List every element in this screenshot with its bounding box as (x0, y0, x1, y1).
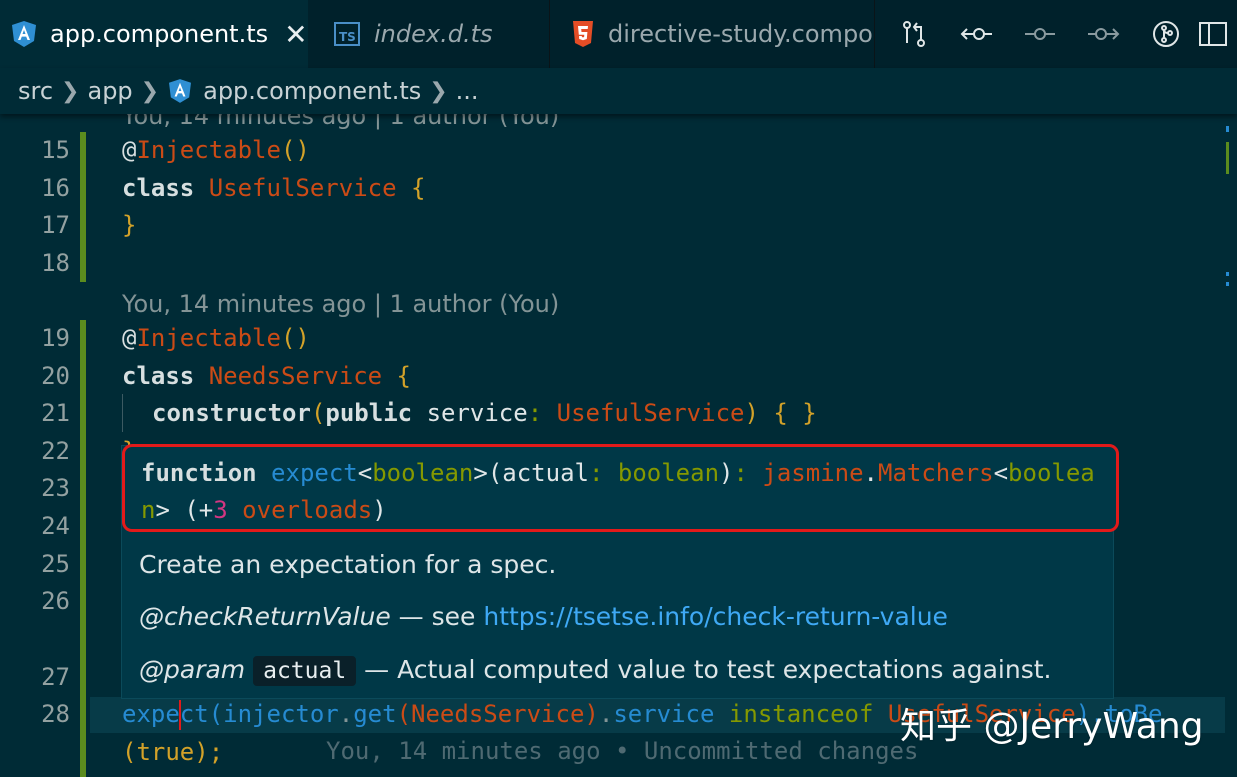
line-number: 16 (0, 169, 70, 207)
hover-link[interactable]: https://tsetse.info/check-return-value (483, 602, 948, 631)
code-line-20: class NeedsService { (122, 357, 411, 395)
code-line-17: } (122, 206, 136, 244)
chevron-right-icon: ❯ (141, 79, 159, 104)
typescript-icon: TS (334, 22, 360, 46)
gutter-added-marker (80, 320, 86, 777)
hover-signature: function expect<boolean>(actual: boolean… (122, 444, 1119, 532)
line-number: 15 (0, 131, 70, 169)
hover-tag-param: @param actual — Actual computed value to… (139, 655, 1051, 684)
angular-icon (12, 21, 36, 47)
line-number: 20 (0, 357, 70, 395)
angular-icon (169, 79, 191, 103)
line-number: 17 (0, 206, 70, 244)
breadcrumb-symbol[interactable]: ... (456, 77, 479, 105)
inline-blame: You, 14 minutes ago • Uncommitted change… (326, 737, 918, 765)
editor-tab-bar: app.component.ts ✕ TS index.d.ts directi… (0, 0, 1237, 68)
breadcrumb: src ❯ app ❯ app.component.ts ❯ ... (0, 68, 1237, 114)
tab-index-d-ts[interactable]: TS index.d.ts (308, 0, 550, 68)
code-line-15: @Injectable() (122, 131, 310, 169)
compare-changes-icon[interactable] (882, 0, 945, 68)
watermark: 知乎 @JerryWang (900, 697, 1204, 749)
html5-icon (572, 21, 594, 47)
line-number: 25 (0, 545, 70, 583)
line-number: 19 (0, 319, 70, 357)
line-number: 28 (0, 695, 70, 733)
tab-label: directive-study.compor (608, 20, 875, 48)
line-number: 24 (0, 507, 70, 545)
line-number: 23 (0, 469, 70, 507)
breadcrumb-app[interactable]: app (87, 77, 132, 105)
close-icon[interactable]: ✕ (284, 18, 307, 51)
codelens-author[interactable]: You, 14 minutes ago | 1 author (You) (122, 288, 559, 320)
line-number: 27 (0, 658, 70, 696)
chevron-right-icon: ❯ (61, 79, 79, 104)
chevron-right-icon: ❯ (429, 79, 447, 104)
hover-tag-checkreturnvalue: @checkReturnValue — see https://tsetse.i… (139, 602, 948, 631)
minimap[interactable] (1225, 114, 1237, 777)
line-number: 22 (0, 432, 70, 470)
breadcrumb-file[interactable]: app.component.ts (203, 77, 421, 105)
line-number: 18 (0, 244, 70, 282)
code-line-19: @Injectable() (122, 319, 310, 357)
codelens-author[interactable]: You, 14 minutes ago | 1 author (You) (122, 114, 559, 132)
tab-directive-study[interactable]: directive-study.compor (550, 0, 875, 68)
previous-change-icon[interactable] (945, 0, 1008, 68)
hover-description: Create an expectation for a spec. (139, 550, 556, 579)
tab-app-component[interactable]: app.component.ts ✕ (0, 0, 308, 68)
next-change-icon[interactable] (1071, 0, 1134, 68)
line-number: 21 (0, 394, 70, 432)
tab-label: app.component.ts (50, 20, 268, 48)
gutter-added-marker (80, 132, 86, 282)
split-editor-icon[interactable] (1197, 0, 1237, 68)
current-change-icon[interactable] (1008, 0, 1071, 68)
code-line-28-wrap: (true); (122, 733, 223, 771)
line-number: 26 (0, 582, 70, 620)
editor-actions (882, 0, 1237, 68)
git-lens-icon[interactable] (1134, 0, 1197, 68)
code-line-16: class UsefulService { (122, 169, 425, 207)
svg-text:TS: TS (339, 30, 356, 44)
breadcrumb-src[interactable]: src (18, 77, 53, 105)
signature-text: function expect<boolean>(actual: boolean… (141, 455, 1101, 529)
code-line-21: constructor(public service: UsefulServic… (122, 394, 817, 432)
tab-label: index.d.ts (374, 20, 493, 48)
